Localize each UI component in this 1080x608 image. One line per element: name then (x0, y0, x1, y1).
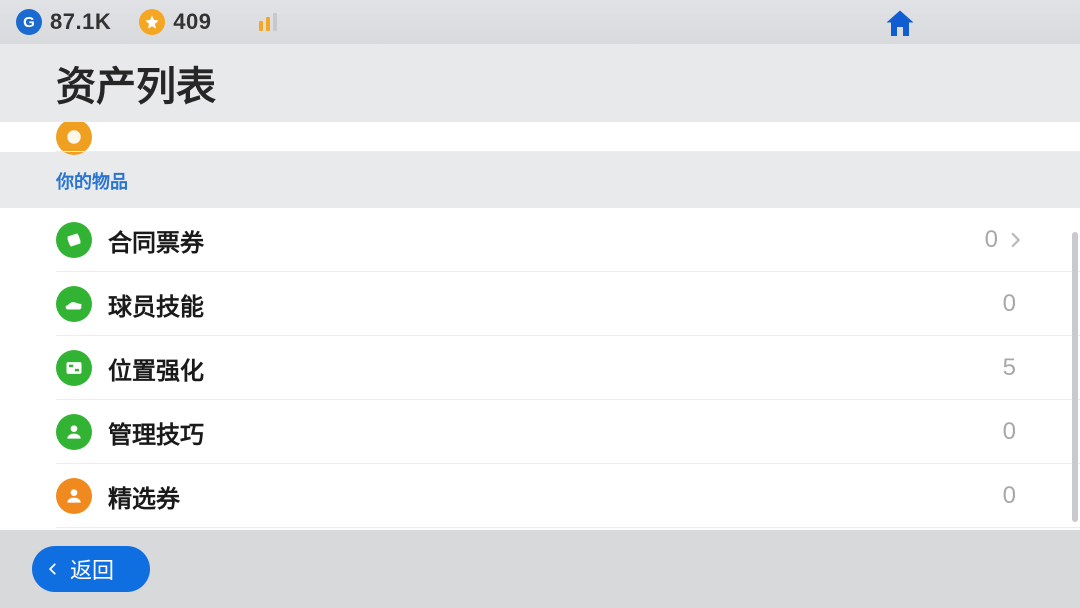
list-item-partial[interactable] (0, 122, 1080, 152)
list-item[interactable]: 位置强化5 (0, 336, 1080, 400)
top-status-bar: G 87.1K 409 (0, 0, 1080, 44)
page-header: 资产列表 (0, 44, 1080, 122)
g-coin-icon: G (16, 9, 42, 35)
list-item-value: 0 (996, 290, 1016, 318)
asset-list: 你的物品 合同票券0球员技能0位置强化5管理技巧0精选券0 (0, 122, 1080, 530)
manager-icon (56, 414, 92, 450)
list-item-value: 0 (978, 226, 998, 254)
chevron-left-icon (46, 558, 60, 580)
boot-icon (56, 286, 92, 322)
position-icon (56, 350, 92, 386)
list-item-value: 0 (996, 482, 1016, 510)
currency-g-value: 87.1K (50, 9, 111, 35)
home-button[interactable] (880, 6, 920, 42)
chevron-right-icon (1006, 226, 1024, 254)
section-header-your-items: 你的物品 (0, 152, 1080, 208)
list-item[interactable]: 球员技能0 (0, 272, 1080, 336)
back-button[interactable]: 返回 (32, 546, 150, 592)
list-item-label: 合同票券 (108, 223, 978, 258)
back-button-label: 返回 (70, 553, 114, 585)
list-item-value: 0 (996, 418, 1016, 446)
currency-star-value: 409 (173, 9, 211, 35)
scrollbar[interactable] (1072, 232, 1078, 522)
list-item-label: 管理技巧 (108, 415, 996, 450)
page-title: 资产列表 (56, 54, 216, 112)
list-item[interactable]: 管理技巧0 (0, 400, 1080, 464)
currency-star: 409 (139, 9, 211, 35)
ticket-icon (56, 222, 92, 258)
list-item-label: 精选券 (108, 479, 996, 514)
list-item-label: 位置强化 (108, 351, 996, 386)
signal-icon (259, 13, 277, 31)
coin-icon (56, 122, 92, 155)
featured-icon (56, 478, 92, 514)
list-item[interactable]: 精选券0 (0, 464, 1080, 528)
currency-g: G 87.1K (16, 9, 111, 35)
list-item[interactable]: 合同票券0 (0, 208, 1080, 272)
list-item-value: 5 (996, 354, 1016, 382)
star-coin-icon (139, 9, 165, 35)
bottom-bar: 返回 (0, 530, 1080, 608)
list-item-label: 球员技能 (108, 287, 996, 322)
